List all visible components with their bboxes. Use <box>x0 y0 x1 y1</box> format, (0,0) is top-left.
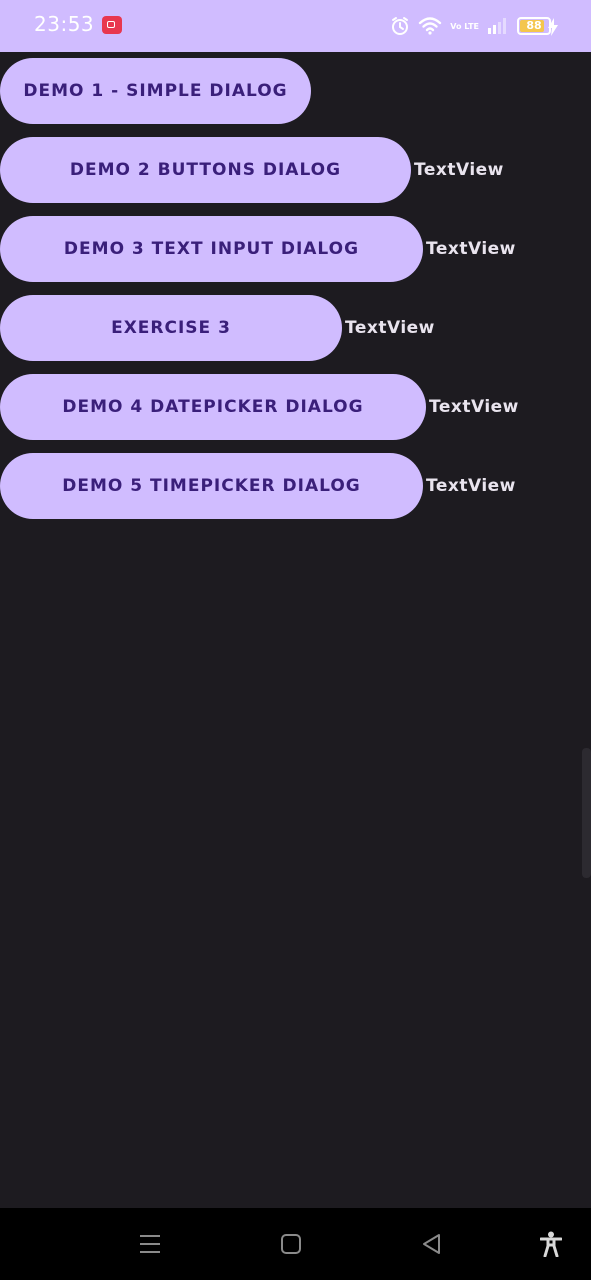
demo-2-buttons-dialog-button[interactable]: DEMO 2 BUTTONS DIALOG <box>0 137 411 203</box>
exercise-3-button[interactable]: EXERCISE 3 <box>0 295 342 361</box>
demo-1-simple-dialog-button[interactable]: DEMO 1 - SIMPLE DIALOG <box>0 58 311 124</box>
status-icons: Vo LTE 88 <box>390 14 551 38</box>
accessibility-icon[interactable] <box>531 1208 571 1280</box>
alarm-icon <box>390 16 410 36</box>
signal-icon <box>487 17 509 35</box>
demo-3-textview: TextView <box>426 239 516 259</box>
demo-2-textview: TextView <box>414 160 504 180</box>
volte-label: Vo LTE <box>450 21 479 31</box>
menu-icon[interactable] <box>130 1208 170 1280</box>
row-demo-4: DEMO 4 DATEPICKER DIALOG TextView <box>0 374 519 440</box>
exercise-3-textview: TextView <box>345 318 435 338</box>
battery-level: 88 <box>526 19 542 32</box>
back-icon[interactable] <box>412 1208 452 1280</box>
charging-bolt-icon <box>547 18 559 40</box>
demo-3-text-input-dialog-button[interactable]: DEMO 3 TEXT INPUT DIALOG <box>0 216 423 282</box>
wifi-icon <box>418 16 442 36</box>
battery-icon: 88 <box>517 17 551 35</box>
navigation-bar <box>0 1208 591 1280</box>
screen-record-icon <box>102 16 122 34</box>
row-demo-5: DEMO 5 TIMEPICKER DIALOG TextView <box>0 453 516 519</box>
row-demo-2: DEMO 2 BUTTONS DIALOG TextView <box>0 137 504 203</box>
status-bar: 23:53 Vo LTE 88 <box>0 0 591 52</box>
row-demo-3: DEMO 3 TEXT INPUT DIALOG TextView <box>0 216 516 282</box>
demo-4-textview: TextView <box>429 397 519 417</box>
row-demo-1: DEMO 1 - SIMPLE DIALOG <box>0 58 311 124</box>
scrollbar[interactable] <box>582 748 591 878</box>
demo-5-timepicker-dialog-button[interactable]: DEMO 5 TIMEPICKER DIALOG <box>0 453 423 519</box>
demo-4-datepicker-dialog-button[interactable]: DEMO 4 DATEPICKER DIALOG <box>0 374 426 440</box>
status-time: 23:53 <box>34 12 95 36</box>
demo-5-textview: TextView <box>426 476 516 496</box>
home-icon[interactable] <box>271 1208 311 1280</box>
row-exercise-3: EXERCISE 3 TextView <box>0 295 435 361</box>
